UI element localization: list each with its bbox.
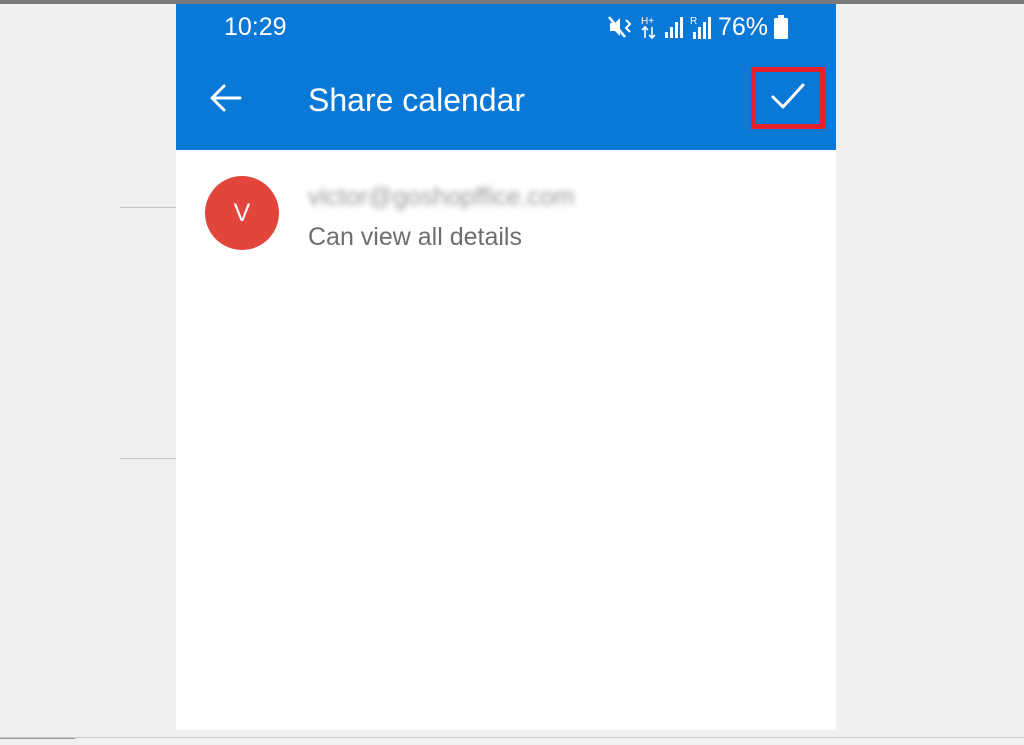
- status-time: 10:29: [224, 13, 287, 41]
- phone-screen: 10:29 H+ R 76% Share calendar V victor@g…: [176, 4, 836, 730]
- status-bar: 10:29 H+ R 76%: [176, 4, 836, 50]
- arrow-left-icon: [209, 83, 243, 118]
- signal-roaming-icon: R: [690, 15, 712, 39]
- page-title: Share calendar: [308, 82, 526, 118]
- svg-text:R: R: [690, 16, 697, 27]
- svg-text:H+: H+: [641, 16, 654, 27]
- window-bottom-border: [0, 737, 1024, 738]
- shared-user-item[interactable]: V victor@goshopffice.com Can view all de…: [176, 172, 836, 262]
- permission-label: Can view all details: [308, 223, 522, 251]
- status-icons: H+ R 76%: [607, 12, 788, 42]
- battery-percentage: 76%: [717, 13, 768, 41]
- battery-icon: [774, 15, 788, 39]
- save-button[interactable]: [751, 67, 825, 129]
- data-transfer-icon: H+: [640, 14, 658, 40]
- signal-icon: [664, 16, 684, 38]
- background-panel-edge: [120, 207, 182, 459]
- window-bottom-tick: [0, 738, 75, 745]
- checkmark-icon: [770, 81, 806, 116]
- back-button[interactable]: [200, 76, 252, 124]
- mute-vibrate-icon: [607, 15, 634, 39]
- shared-user-email: victor@goshopffice.com: [308, 183, 575, 211]
- toolbar: Share calendar: [176, 50, 836, 150]
- avatar: V: [205, 176, 279, 250]
- app-header: 10:29 H+ R 76% Share calendar: [176, 4, 836, 150]
